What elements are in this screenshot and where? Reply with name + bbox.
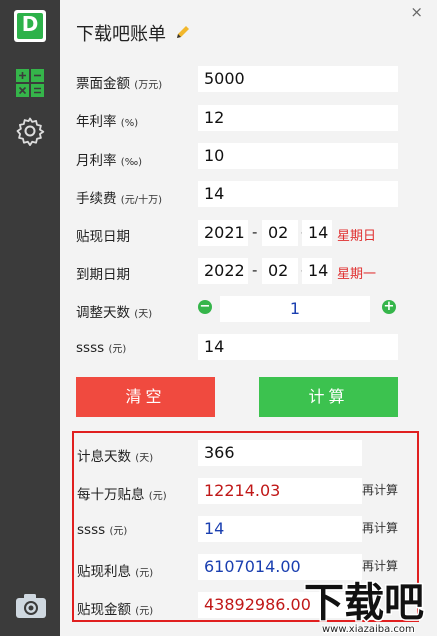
- annual-rate-input[interactable]: 12: [198, 105, 398, 131]
- interest-days-label: 计息天数 (天): [77, 445, 153, 465]
- label-text: 调整天数: [76, 305, 130, 321]
- unit-text: (元/十万): [120, 195, 162, 206]
- clear-button[interactable]: 清空: [76, 377, 215, 417]
- ssss-input[interactable]: 14: [198, 334, 398, 360]
- monthly-rate-input[interactable]: 10: [198, 143, 398, 169]
- ssss-label: ssss (元): [76, 340, 126, 356]
- discount-date-label: 贴现日期: [76, 229, 130, 245]
- due-year-input[interactable]: 2022: [198, 258, 248, 284]
- label-text: 贴现金额: [77, 602, 131, 618]
- unit-text: (天): [134, 309, 153, 320]
- discount-amount-label: 贴现金额 (元): [77, 598, 153, 618]
- face-amount-label: 票面金额 (万元): [76, 72, 162, 92]
- unit-text: (元): [108, 344, 127, 355]
- label-text: ssss: [77, 522, 106, 538]
- monthly-rate-label: 月利率 (‰): [76, 149, 142, 169]
- due-date-label: 到期日期: [76, 267, 130, 283]
- label-text: 计息天数: [77, 449, 131, 465]
- unit-text: (元): [148, 491, 167, 502]
- annual-rate-label: 年利率 (%): [76, 110, 138, 130]
- per-100k-label: 每十万贴息 (元): [77, 483, 167, 503]
- discount-interest-label: 贴现利息 (元): [77, 560, 153, 580]
- close-icon[interactable]: ×: [410, 3, 423, 21]
- recalc-per-100k-button[interactable]: 再计算: [362, 481, 398, 498]
- svg-text:下载吧: 下载吧: [304, 580, 424, 626]
- ssss-result-label: ssss (元): [77, 522, 127, 538]
- watermark-logo: 下载吧 www.xiazaiba.com: [303, 579, 426, 636]
- unit-text: (元): [109, 526, 128, 537]
- camera-icon[interactable]: [15, 592, 47, 620]
- face-amount-input[interactable]: 5000: [198, 66, 398, 92]
- discount-weekday: 星期日: [337, 229, 377, 244]
- unit-text: (天): [135, 453, 154, 464]
- label-text: 每十万贴息: [77, 487, 145, 503]
- label-text: 票面金额: [76, 76, 130, 92]
- adjust-days-label: 调整天数 (天): [76, 301, 152, 321]
- unit-text: (‰): [120, 157, 143, 168]
- app-logo: D: [14, 10, 46, 42]
- discount-day-input[interactable]: 14: [302, 220, 332, 246]
- due-month-input[interactable]: 02: [262, 258, 298, 284]
- fee-label: 手续费 (元/十万): [76, 187, 162, 207]
- per-100k-value: 12214.03: [198, 478, 362, 504]
- gear-icon[interactable]: [15, 116, 45, 146]
- decrement-button[interactable]: −: [198, 300, 212, 314]
- calculate-button[interactable]: 计算: [259, 377, 398, 417]
- sidebar: D: [0, 0, 60, 636]
- logo-letter: D: [17, 13, 43, 39]
- due-day-input[interactable]: 14: [302, 258, 332, 284]
- unit-text: (%): [120, 118, 139, 129]
- ssss-result-value: 14: [198, 516, 362, 542]
- date-separator: -: [252, 261, 258, 279]
- label-text: 年利率: [76, 114, 117, 130]
- discount-year-input[interactable]: 2021: [198, 220, 248, 246]
- due-weekday: 星期一: [337, 267, 377, 282]
- label-text: ssss: [76, 340, 105, 356]
- page-title: 下载吧账单: [76, 24, 166, 45]
- unit-text: (元): [135, 606, 154, 617]
- unit-text: (元): [135, 568, 154, 579]
- adjust-days-input[interactable]: 1: [220, 296, 370, 322]
- discount-month-input[interactable]: 02: [262, 220, 298, 246]
- interest-days-value: 366: [198, 440, 362, 466]
- increment-button[interactable]: +: [382, 300, 396, 314]
- svg-text:www.xiazaiba.com: www.xiazaiba.com: [322, 624, 415, 635]
- label-text: 贴现利息: [77, 564, 131, 580]
- main-panel: 下载吧账单 × 票面金额 (万元) 5000 年利率 (%) 12 月利率 (‰…: [60, 0, 437, 636]
- fee-input[interactable]: 14: [198, 181, 398, 207]
- label-text: 月利率: [76, 153, 117, 169]
- edit-pencil-icon[interactable]: [175, 24, 191, 40]
- unit-text: (万元): [134, 80, 163, 91]
- recalc-ssss-button[interactable]: 再计算: [362, 519, 398, 536]
- label-text: 手续费: [76, 191, 117, 207]
- calculator-icon[interactable]: [15, 68, 45, 98]
- date-separator: -: [252, 223, 258, 241]
